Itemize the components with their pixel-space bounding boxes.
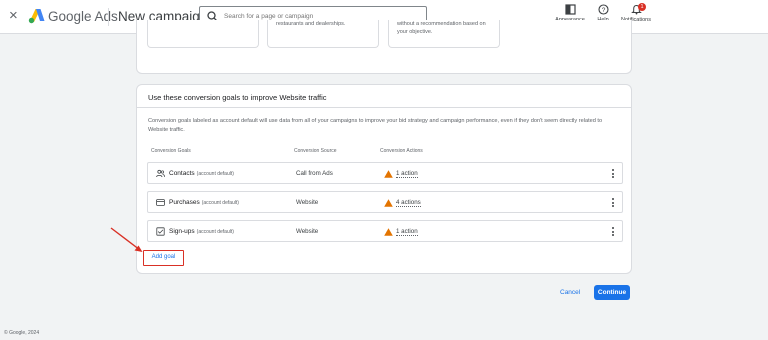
header-divider xyxy=(108,8,109,26)
objective-option-2-text: restaurants and dealerships. xyxy=(276,21,346,27)
goal-name-text: Purchases xyxy=(169,199,200,206)
goal-name-sub: (account default) xyxy=(196,171,234,177)
goal-name-text: Sign-ups xyxy=(169,228,195,235)
goal-name-sub: (account default) xyxy=(201,200,239,206)
cancel-button[interactable]: Cancel xyxy=(560,288,580,298)
warning-icon xyxy=(384,170,393,178)
goal-name: Purchases (account default) xyxy=(169,199,239,206)
google-ads-logo xyxy=(28,9,45,24)
checkbox-icon xyxy=(156,227,165,236)
column-header-source: Conversion Source xyxy=(294,148,337,154)
objective-option-3[interactable]: without a recommendation based on your o… xyxy=(388,20,500,48)
objective-card: restaurants and dealerships. without a r… xyxy=(136,20,632,74)
continue-button[interactable]: Continue xyxy=(594,285,630,300)
contacts-icon xyxy=(156,169,165,178)
footer-copyright: © Google, 2024 xyxy=(4,330,40,336)
notifications-badge: 1 xyxy=(638,3,646,11)
annotation-arrow-icon xyxy=(110,227,143,252)
goal-source: Website xyxy=(296,199,319,206)
close-icon[interactable]: × xyxy=(9,8,18,24)
warning-icon xyxy=(384,228,393,236)
goal-actions-link[interactable]: 1 action xyxy=(396,228,418,236)
goal-name: Sign-ups (account default) xyxy=(169,228,234,235)
conversion-goals-card: Use these conversion goals to improve We… xyxy=(136,84,632,274)
objective-option-3-line2: your objective. xyxy=(397,28,433,35)
credit-card-icon xyxy=(156,199,165,206)
goal-name-sub: (account default) xyxy=(196,229,234,235)
column-header-goals: Conversion Goals xyxy=(151,148,191,154)
add-goal-button[interactable]: Add goal xyxy=(143,250,184,266)
more-options-icon[interactable] xyxy=(611,197,615,209)
goal-actions-link[interactable]: 1 action xyxy=(396,170,418,178)
appearance-icon xyxy=(564,4,576,15)
objective-option-3-line1: without a recommendation based on xyxy=(397,21,486,27)
card-title: Use these conversion goals to improve We… xyxy=(148,93,327,102)
goal-row-contacts: Contacts (account default) Call from Ads … xyxy=(147,162,623,184)
more-options-icon[interactable] xyxy=(611,226,615,238)
more-options-icon[interactable] xyxy=(611,168,615,180)
warning-icon xyxy=(384,199,393,207)
goal-name: Contacts (account default) xyxy=(169,170,234,177)
goal-name-text: Contacts xyxy=(169,170,195,177)
goal-row-signups: Sign-ups (account default) Website 1 acti… xyxy=(147,220,623,242)
objective-option-2[interactable]: restaurants and dealerships. xyxy=(267,20,379,48)
goal-actions-link[interactable]: 4 actions xyxy=(396,199,421,207)
objective-option-3-text: without a recommendation based on your o… xyxy=(397,21,486,36)
goal-source: Call from Ads xyxy=(296,170,333,177)
help-icon: ? xyxy=(597,4,609,15)
card-divider xyxy=(137,107,631,108)
column-header-actions: Conversion Actions xyxy=(380,148,423,154)
card-description: Conversion goals labeled as account defa… xyxy=(148,118,603,133)
goal-source: Website xyxy=(296,228,319,235)
goal-row-purchases: Purchases (account default) Website 4 act… xyxy=(147,191,623,213)
objective-option-1[interactable] xyxy=(147,20,259,48)
svg-text:?: ? xyxy=(601,7,605,14)
